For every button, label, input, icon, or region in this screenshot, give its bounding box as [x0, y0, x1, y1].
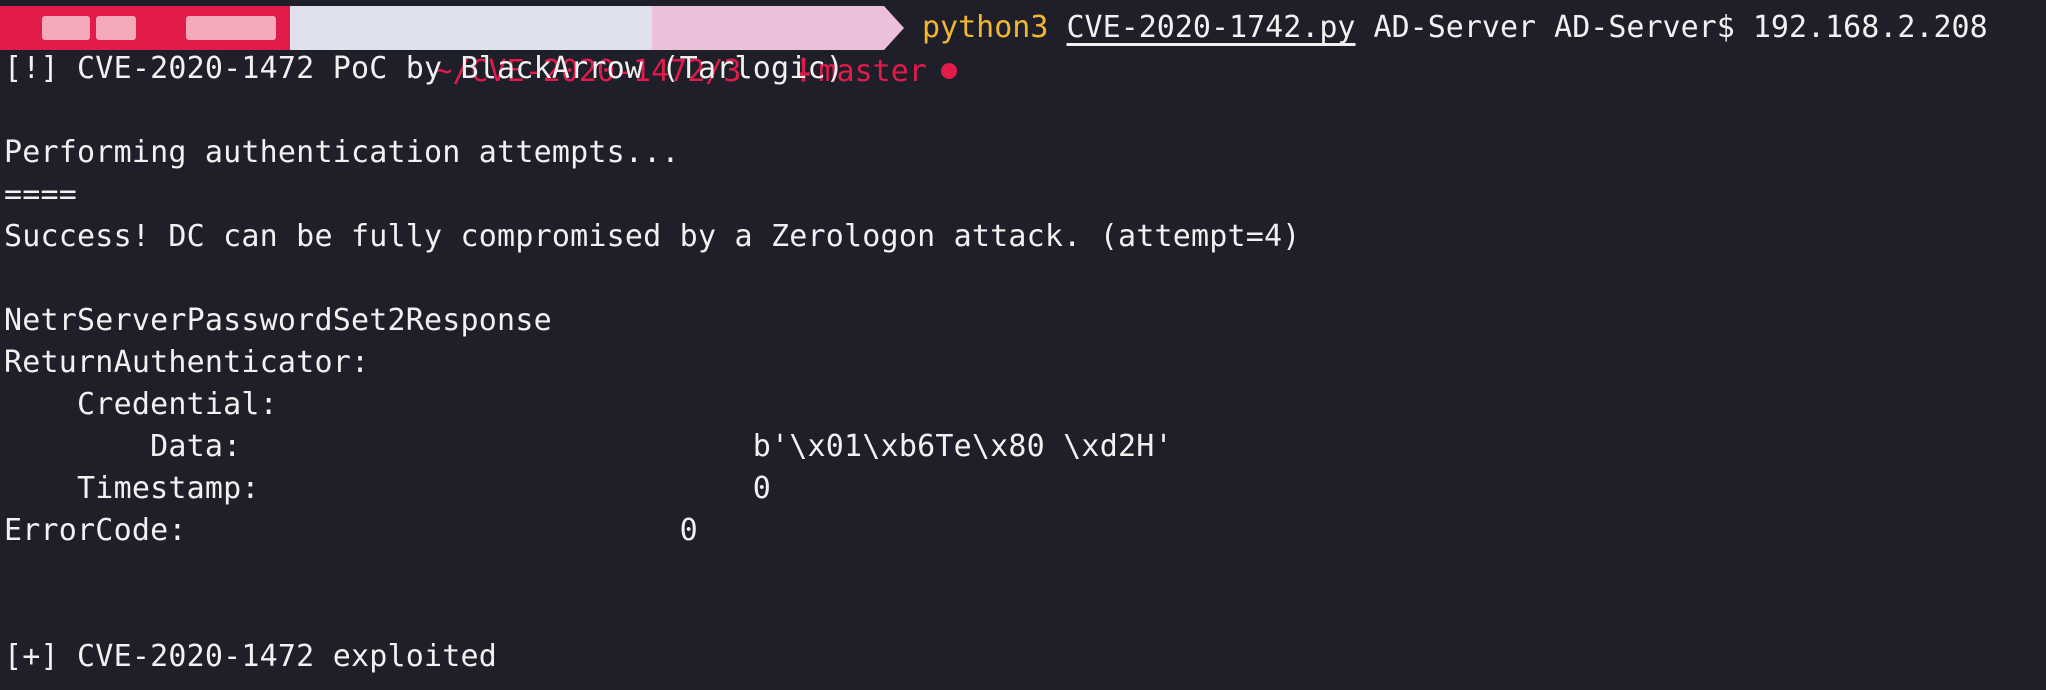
path-segment: ~/CVE-2020-1472/3: [290, 6, 741, 89]
redacted-hostname: [186, 16, 276, 40]
output-error-code: ErrorCode: 0: [4, 513, 698, 548]
output-exploited: [+] CVE-2020-1472 exploited: [4, 639, 498, 674]
command-binary: python3: [922, 10, 1049, 45]
terminal-window[interactable]: ~/CVE-2020-1472/3 ⸸ master python3 CVE-20…: [0, 0, 2046, 690]
redacted-username: [96, 16, 136, 40]
output-progress: ====: [4, 177, 78, 212]
git-segment: ⸸ master: [652, 6, 957, 89]
segment-separator-icon: [884, 6, 904, 50]
shell-prompt: ~/CVE-2020-1472/3 ⸸ master python3 CVE-20…: [0, 6, 2046, 89]
output-response-name: NetrServerPasswordSet2Response: [4, 303, 552, 338]
output-credential: Credential:: [4, 387, 278, 422]
output-success: Success! DC can be fully compromised by …: [4, 219, 1301, 254]
output-performing: Performing authentication attempts...: [4, 135, 680, 170]
output-timestamp: Timestamp: 0: [4, 471, 771, 506]
output-data: Data: b'\x01\xb6Te\x80 \xd2H': [4, 429, 1173, 464]
output-return-authenticator: ReturnAuthenticator:: [4, 345, 370, 380]
dot-icon: [940, 62, 957, 79]
command-script-file: CVE-2020-1742.py: [1066, 10, 1356, 45]
redacted-username: [42, 16, 90, 40]
user-host-segment: [0, 6, 290, 50]
output-banner: [!] CVE-2020-1472 PoC by BlackArrow (Tar…: [4, 51, 845, 86]
command-input[interactable]: python3 CVE-2020-1742.py AD-Server AD-Se…: [922, 6, 1988, 50]
command-arguments: AD-Server AD-Server$ 192.168.2.208: [1355, 10, 1988, 45]
